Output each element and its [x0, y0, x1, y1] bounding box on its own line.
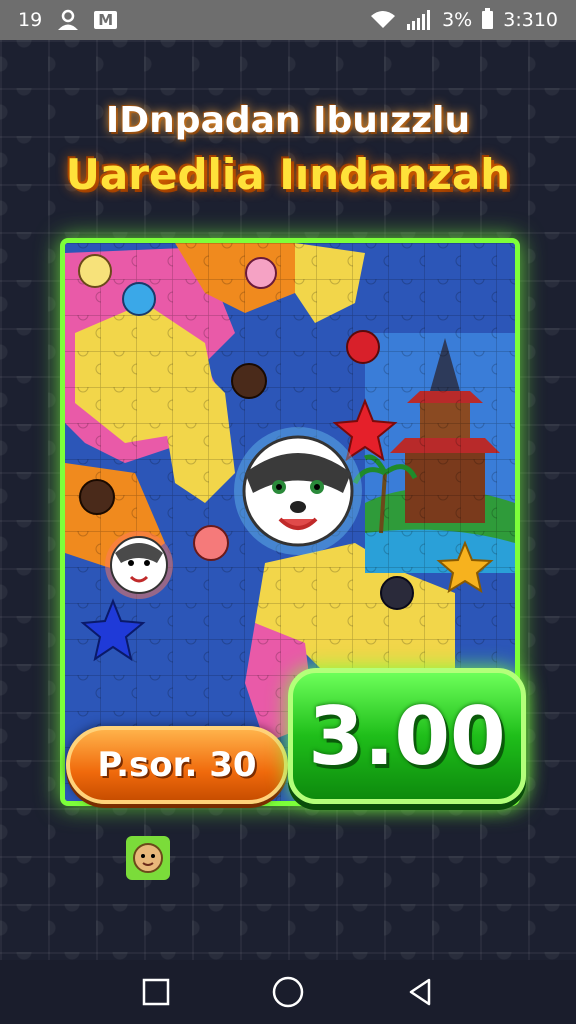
- score-label: P.sor. 30: [97, 745, 257, 785]
- loose-puzzle-piece[interactable]: [126, 836, 170, 880]
- home-button[interactable]: [268, 972, 308, 1012]
- battery-icon: [482, 8, 494, 29]
- back-button[interactable]: [400, 972, 440, 1012]
- timer-display: 3.00: [288, 668, 526, 804]
- game-title-line2: Uaredlia Iındanzah: [65, 150, 511, 199]
- back-triangle-icon: [409, 978, 431, 1006]
- battery-percent: 3%: [442, 9, 473, 31]
- game-title-line1: IDnpadan Ibuızzlu: [105, 100, 471, 141]
- wifi-icon: [371, 11, 396, 28]
- notification-badge: M: [94, 11, 118, 29]
- signal-icon: [407, 10, 431, 30]
- status-time-left: 19: [18, 9, 43, 31]
- person-icon: [58, 9, 79, 30]
- navigation-bar: [0, 960, 576, 1024]
- recents-square-icon: [142, 978, 170, 1006]
- status-clock: 3:310: [503, 9, 558, 31]
- critter-icon: [133, 843, 163, 873]
- recents-button[interactable]: [136, 972, 176, 1012]
- home-circle-icon: [272, 976, 304, 1008]
- status-bar: 19 M 3% 3:310: [0, 0, 576, 40]
- timer-value: 3.00: [308, 689, 506, 783]
- score-display: P.sor. 30: [66, 726, 288, 804]
